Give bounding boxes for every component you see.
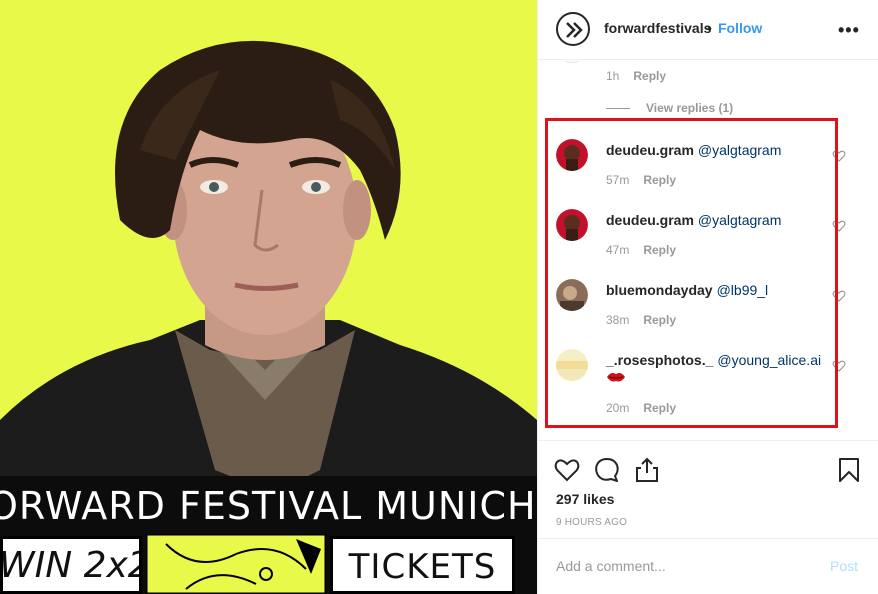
logo-icon[interactable]	[556, 12, 590, 46]
heart-icon[interactable]	[832, 359, 846, 373]
comment-text: _.rosesphotos._ @young_alice.ai	[606, 352, 836, 368]
comment-mention[interactable]: @yalgtagram	[698, 142, 781, 158]
post-header: forwardfestivals • Follow •••	[538, 0, 878, 60]
comment-time: 57m	[606, 173, 630, 187]
comment-meta: 38m Reply	[606, 313, 676, 327]
tickets-box: TICKETS	[330, 536, 515, 594]
comment-icon[interactable]	[594, 457, 620, 483]
heart-icon[interactable]	[554, 457, 580, 483]
header-username[interactable]: forwardfestivals	[604, 20, 711, 36]
reply-button[interactable]: Reply	[643, 243, 676, 257]
bookmark-icon[interactable]	[836, 457, 862, 483]
reply-button[interactable]: Reply	[643, 173, 676, 187]
comment-time: 20m	[606, 401, 630, 415]
header-separator: •	[707, 20, 712, 36]
post-actions: 297 likes 9 HOURS AGO	[538, 440, 878, 530]
lips-emoji-icon	[607, 373, 625, 382]
likes-count[interactable]: 297 likes	[556, 491, 614, 507]
view-replies-button[interactable]: View replies (1)	[606, 101, 733, 115]
portrait-photo	[0, 40, 537, 480]
post-sidebar: forwardfestivals • Follow ••• 1h Reply Vi…	[537, 0, 878, 594]
tickets-text: TICKETS	[348, 547, 497, 587]
reply-button[interactable]: Reply	[643, 313, 676, 327]
win-box: WIN 2x2	[0, 536, 142, 594]
comment-meta: 1h Reply	[606, 69, 666, 83]
heart-icon[interactable]	[832, 149, 846, 163]
view-replies-line	[606, 108, 630, 110]
comment-input[interactable]	[556, 553, 816, 579]
heart-icon[interactable]	[832, 219, 846, 233]
comment-time: 47m	[606, 243, 630, 257]
avatar[interactable]	[556, 279, 588, 311]
heart-icon[interactable]	[832, 289, 846, 303]
doodle-illustration	[146, 534, 326, 594]
banner-title: ORWARD FESTIVAL MUNICH	[0, 484, 537, 528]
comment-username[interactable]: deudeu.gram	[606, 212, 694, 228]
post-timestamp[interactable]: 9 HOURS AGO	[556, 517, 627, 528]
reply-button[interactable]: Reply	[643, 401, 676, 415]
comment-time: 1h	[606, 69, 620, 83]
comment-username[interactable]: _.rosesphotos._	[606, 352, 713, 368]
post-image[interactable]: ORWARD FESTIVAL MUNICH WIN 2x2 TICKETS	[0, 0, 537, 594]
view-replies-label: View replies (1)	[646, 101, 734, 115]
comment-mention[interactable]: @lb99_l	[717, 282, 769, 298]
comment-text: deudeu.gram @yalgtagram	[606, 142, 836, 158]
highlight-box	[545, 118, 838, 428]
comment-meta: 57m Reply	[606, 173, 676, 187]
more-icon[interactable]: •••	[838, 20, 860, 41]
comment-meta: 47m Reply	[606, 243, 676, 257]
comment-meta: 20m Reply	[606, 401, 676, 415]
comments-list[interactable]: 1h Reply View replies (1) deudeu.gram @yal…	[538, 61, 878, 440]
avatar[interactable]	[556, 209, 588, 241]
comment-mention[interactable]: @young_alice.ai	[717, 352, 821, 368]
comment-text: deudeu.gram @yalgtagram	[606, 212, 836, 228]
add-comment-bar: Post	[538, 538, 878, 594]
reply-button[interactable]: Reply	[633, 69, 666, 83]
win-text: WIN 2x2	[0, 545, 142, 586]
follow-button[interactable]: Follow	[718, 20, 762, 36]
avatar[interactable]	[556, 349, 588, 381]
comment-text: bluemondayday @lb99_l	[606, 282, 836, 298]
comment-mention[interactable]: @yalgtagram	[698, 212, 781, 228]
post-button[interactable]: Post	[830, 558, 858, 574]
avatar[interactable]	[556, 61, 588, 63]
comment-time: 38m	[606, 313, 630, 327]
avatar[interactable]	[556, 139, 588, 171]
share-icon[interactable]	[634, 457, 660, 483]
comment-username[interactable]: bluemondayday	[606, 282, 713, 298]
comment-username[interactable]: deudeu.gram	[606, 142, 694, 158]
